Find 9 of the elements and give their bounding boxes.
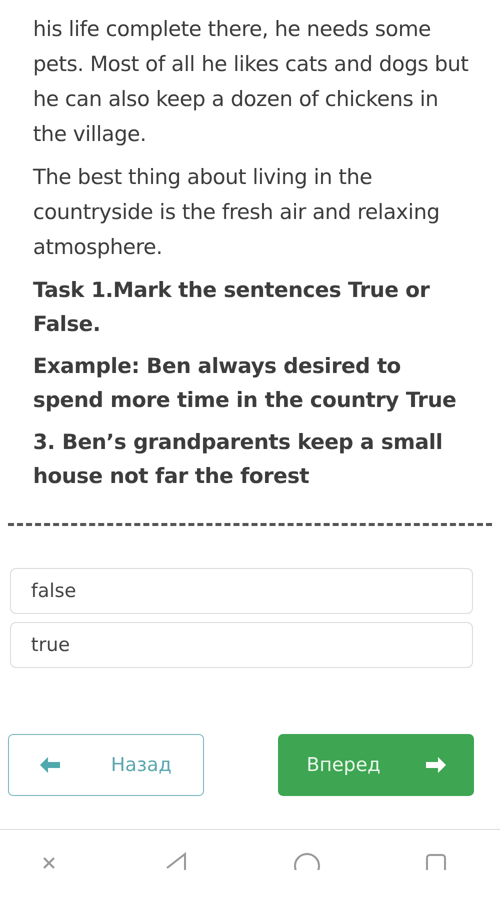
arrow-left-icon [40,757,60,773]
passage-paragraph: The best thing about living in the countryside is the fresh air and relaxing atmosphere. [33,164,441,261]
answer-option[interactable]: true [10,622,473,668]
passage-paragraph: his life complete there, he needs some pets. Most of all he likes cats and dogs but he can also keep a dozen of chickens in the village. [33,16,470,148]
arrow-right-icon [426,757,446,773]
task-instruction: Task 1.Mark the sentences True or False. [33,277,431,338]
example-sentence: Example: Ben always desired to spend more time in the country True [33,353,458,414]
question-text: 3. Ben’s grandparents keep a small house not far the forest [33,429,444,490]
answer-option[interactable]: false [10,568,473,614]
